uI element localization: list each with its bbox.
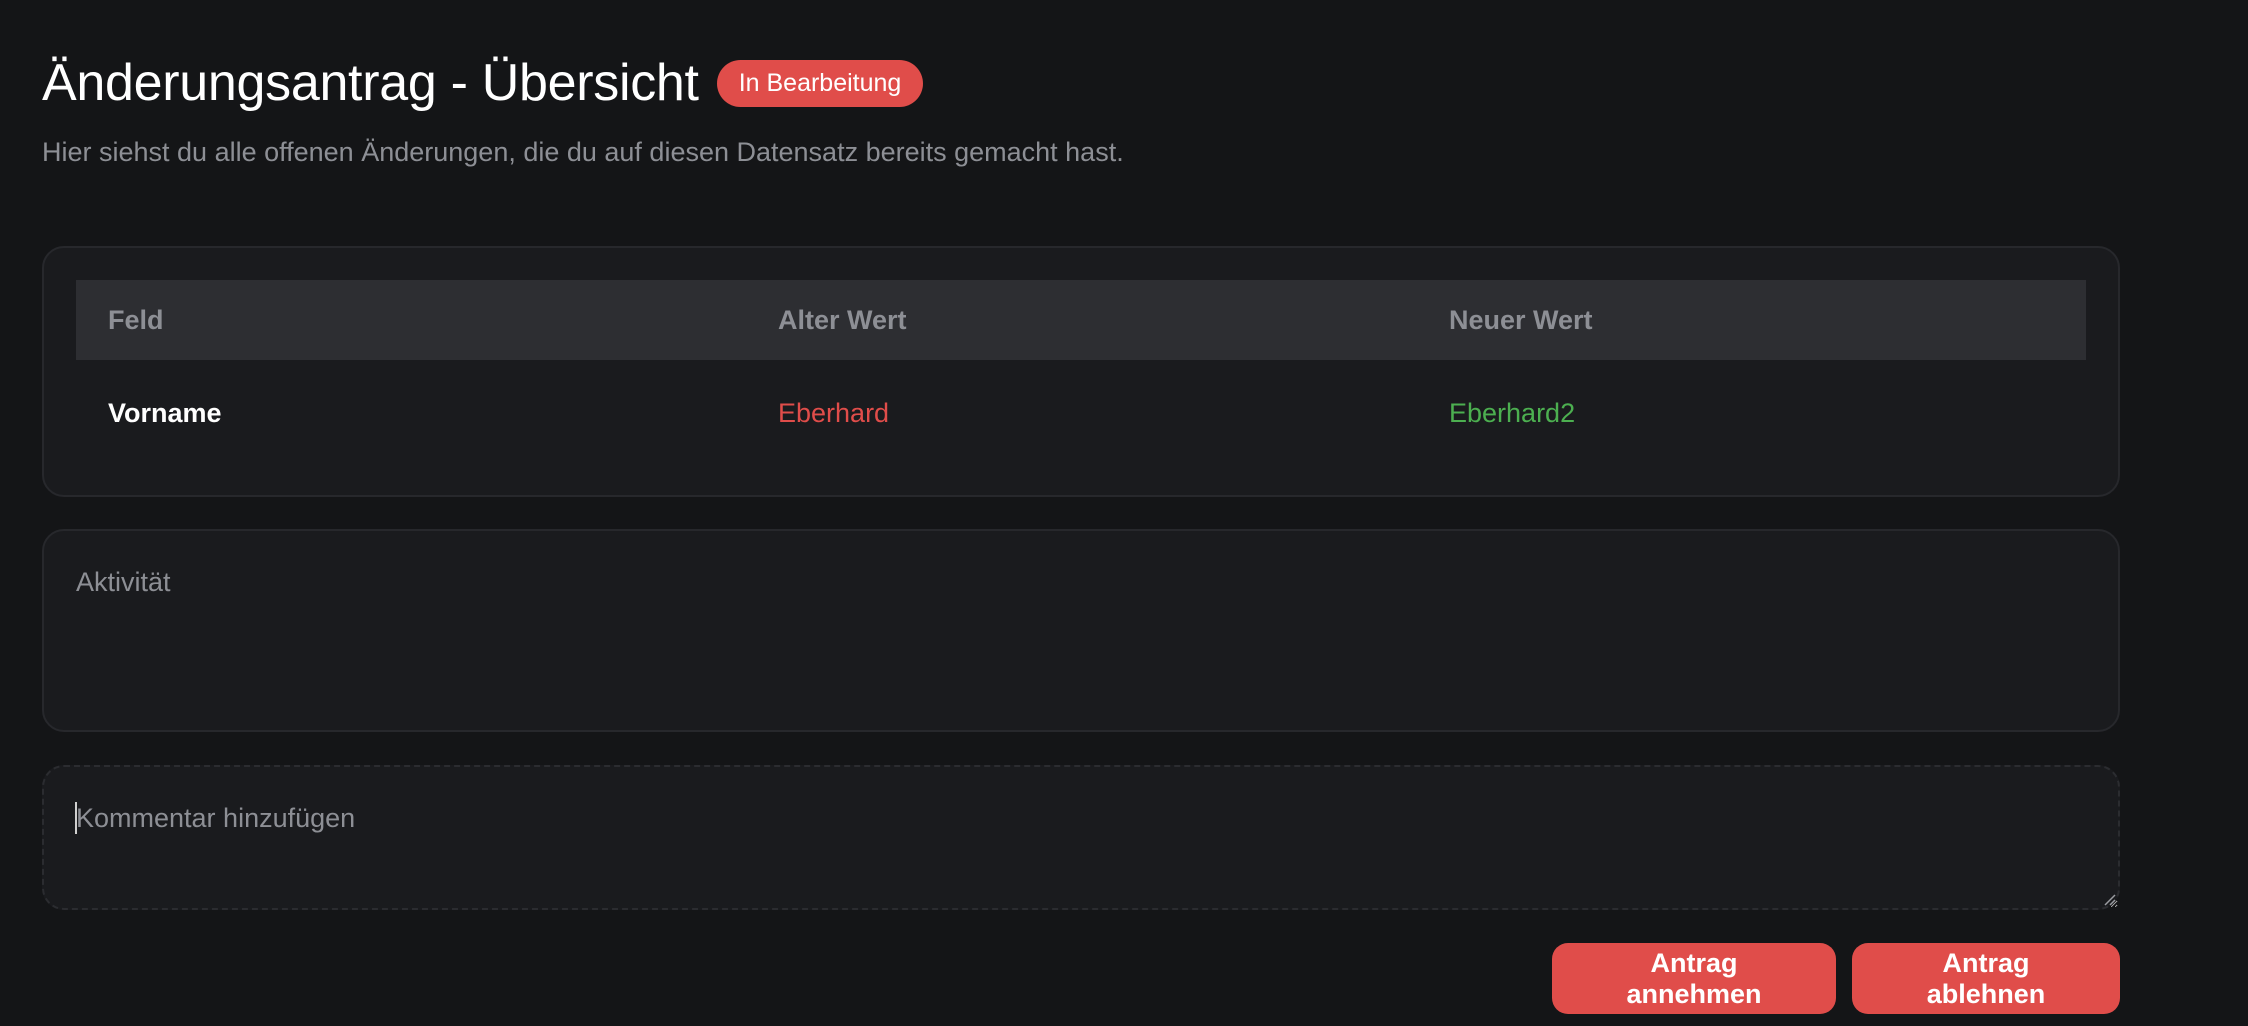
text-caret (75, 802, 77, 834)
changes-card: Feld Alter Wert Neuer Wert Vorname Eberh… (42, 246, 2120, 497)
table-row: Vorname Eberhard Eberhard2 (76, 360, 2086, 466)
reject-request-button[interactable]: Antrag ablehnen (1852, 943, 2120, 1014)
column-header-old-value: Alter Wert (778, 304, 907, 335)
resize-handle-icon[interactable] (2104, 894, 2116, 906)
status-badge: In Bearbeitung (716, 59, 924, 107)
activity-card: Aktivität (42, 529, 2120, 732)
change-request-page: Änderungsantrag - Übersicht In Bearbeitu… (0, 42, 2248, 1026)
column-header-new-value: Neuer Wert (1449, 304, 1593, 335)
cell-new-value: Eberhard2 (1449, 397, 1576, 428)
page-title: Änderungsantrag - Übersicht (42, 54, 699, 112)
column-header-field: Feld (108, 304, 164, 335)
cell-old-value: Eberhard (778, 397, 890, 428)
cell-field: Vorname (108, 397, 222, 428)
table-header-row: Feld Alter Wert Neuer Wert (76, 280, 2086, 360)
changes-table: Feld Alter Wert Neuer Wert Vorname Eberh… (76, 280, 2086, 466)
action-bar: Antrag annehmen Antrag ablehnen (1552, 943, 2120, 1014)
page-header: Änderungsantrag - Übersicht In Bearbeitu… (42, 42, 2248, 124)
page-subtitle: Hier siehst du alle offenen Änderungen, … (42, 137, 1124, 167)
activity-title: Aktivität (76, 567, 171, 597)
accept-request-button[interactable]: Antrag annehmen (1552, 943, 1836, 1014)
comment-input[interactable] (42, 765, 2120, 910)
